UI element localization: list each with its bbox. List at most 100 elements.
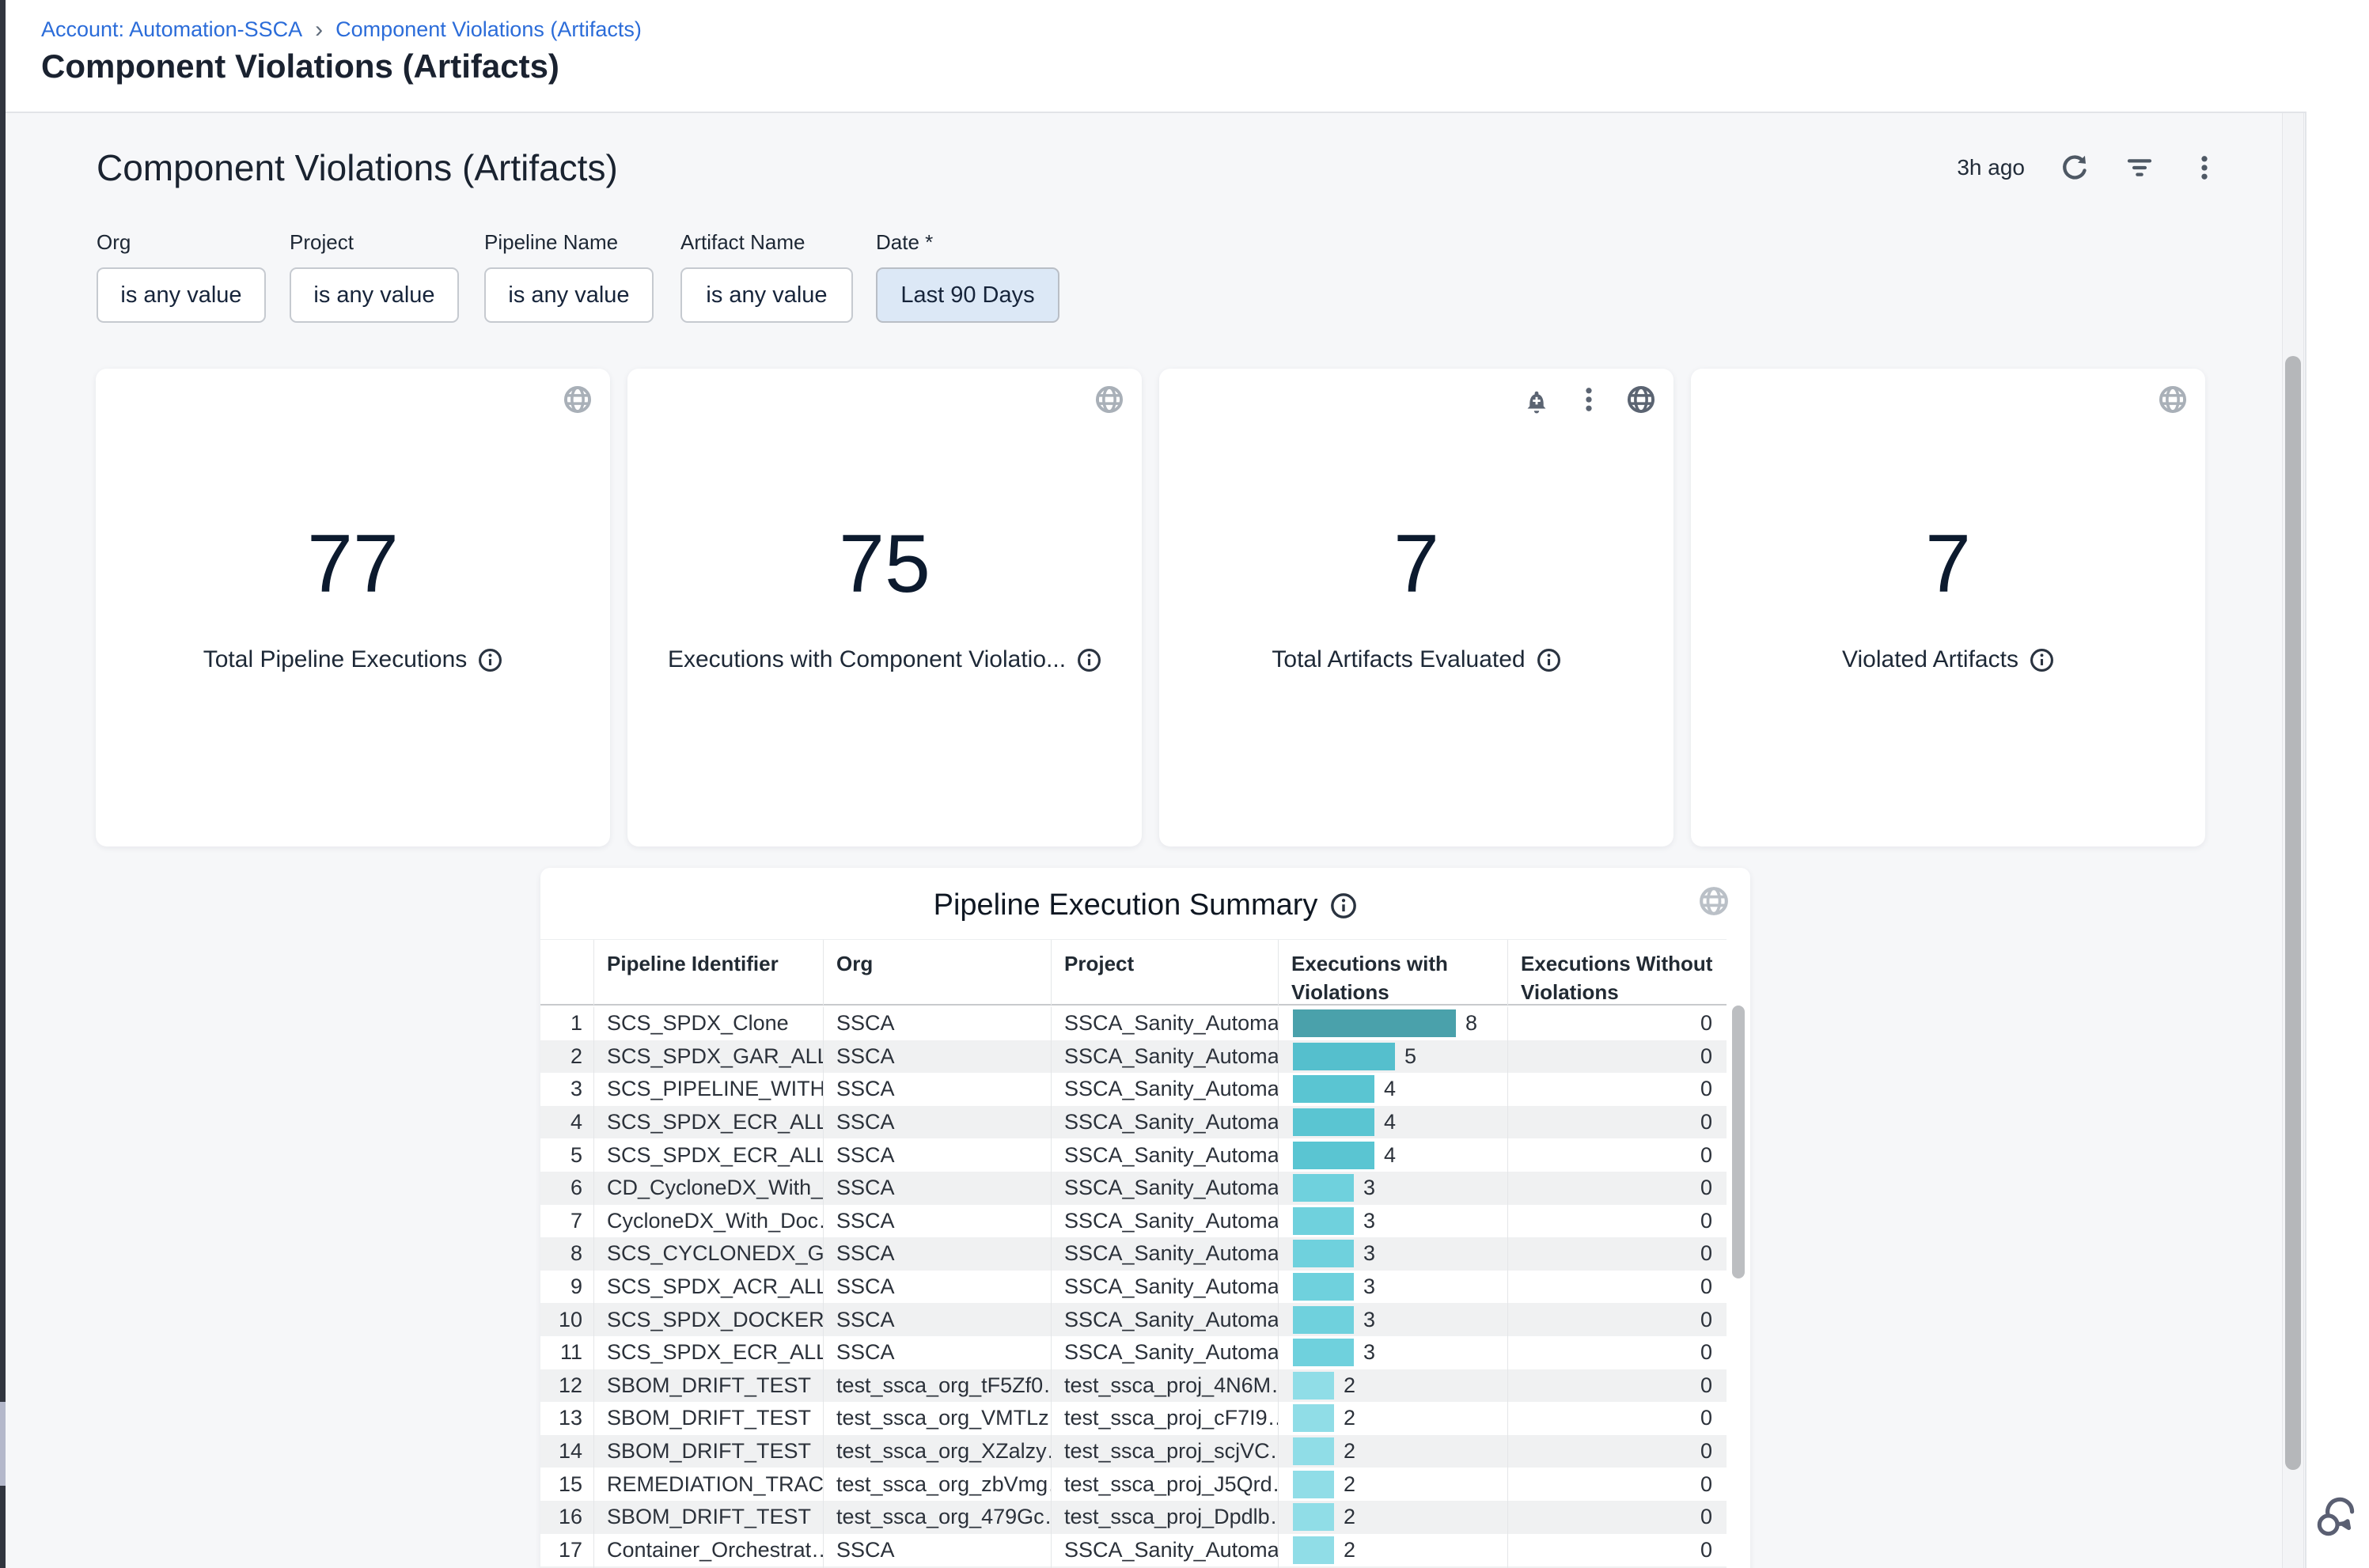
executions-without-violations-cell: 0 <box>1507 1303 1750 1336</box>
table-row[interactable]: 17Container_Orchestrat…SSCASSCA_Sanity_A… <box>540 1534 1750 1567</box>
row-number-cell: 8 <box>540 1237 593 1271</box>
filter-artifact-name: Artifact Nameis any value <box>680 230 853 323</box>
table-row[interactable]: 4SCS_SPDX_ECR_ALL_…SSCASSCA_Sanity_Autom… <box>540 1106 1750 1139</box>
executions-with-violations-cell: 2 <box>1278 1501 1507 1534</box>
org-cell: SSCA <box>823 1237 1051 1271</box>
violations-count: 8 <box>1465 1011 1477 1036</box>
chat-support-icon[interactable] <box>2310 1490 2363 1543</box>
table-title: Pipeline Execution Summary <box>934 888 1318 922</box>
kebab-menu-icon[interactable] <box>2189 153 2219 183</box>
info-icon[interactable] <box>1330 892 1357 919</box>
info-icon[interactable] <box>1537 648 1561 672</box>
table-row[interactable]: 11SCS_SPDX_ECR_ALL_…SSCASSCA_Sanity_Auto… <box>540 1336 1750 1369</box>
info-icon[interactable] <box>2030 648 2054 672</box>
pipeline-id-cell: SCS_SPDX_ECR_ALL_… <box>593 1138 823 1172</box>
column-header-row-number[interactable] <box>540 940 593 1006</box>
org-cell: SSCA <box>823 1073 1051 1106</box>
table-row[interactable]: 3SCS_PIPELINE_WITH…SSCASSCA_Sanity_Autom… <box>540 1073 1750 1106</box>
table-row[interactable]: 6CD_CycloneDX_With_…SSCASSCA_Sanity_Auto… <box>540 1172 1750 1205</box>
table-row[interactable]: 8SCS_CYCLONEDX_GA…SSCASSCA_Sanity_Automa… <box>540 1237 1750 1271</box>
tile-label: Violated Artifacts <box>1842 646 2018 673</box>
table-row[interactable]: 15REMEDIATION_TRAC…test_ssca_org_zbVmg…t… <box>540 1468 1750 1501</box>
executions-with-violations-cell: 3 <box>1278 1237 1507 1271</box>
executions-with-violations-cell: 4 <box>1278 1106 1507 1139</box>
executions-with-violations-cell: 2 <box>1278 1534 1507 1567</box>
column-header[interactable]: Org <box>823 940 1051 1006</box>
dashboard-controls: 3h ago <box>1957 153 2219 183</box>
violations-count: 4 <box>1384 1143 1396 1168</box>
executions-without-violations-cell: 0 <box>1507 1106 1750 1139</box>
last-refreshed-label: 3h ago <box>1957 155 2025 180</box>
table-row[interactable]: 13SBOM_DRIFT_TESTtest_ssca_org_VMTLz…tes… <box>540 1402 1750 1435</box>
page-title: Component Violations (Artifacts) <box>41 47 559 85</box>
column-header[interactable]: Executions with Violations <box>1278 940 1507 1006</box>
pipeline-id-cell: SCS_SPDX_GAR_ALL… <box>593 1040 823 1074</box>
page-scrollbar-track[interactable] <box>2282 113 2304 1568</box>
executions-with-violations-cell: 2 <box>1278 1402 1507 1435</box>
refresh-icon[interactable] <box>2060 153 2090 183</box>
violations-count: 3 <box>1363 1176 1375 1200</box>
breadcrumb-page-link[interactable]: Component Violations (Artifacts) <box>335 17 642 42</box>
sidebar-scrollbar-thumb[interactable] <box>0 1402 6 1486</box>
table-row[interactable]: 9SCS_SPDX_ACR_ALL…SSCASSCA_Sanity_Automa… <box>540 1271 1750 1304</box>
page-header: Account: Automation-SSCA › Component Vio… <box>6 0 2306 113</box>
filter-value-button[interactable]: Last 90 Days <box>876 267 1059 323</box>
violations-bar <box>1293 1043 1395 1070</box>
violations-count: 4 <box>1384 1110 1396 1134</box>
table-scrollbar-track[interactable] <box>1727 939 1750 1568</box>
row-number-cell: 14 <box>540 1435 593 1468</box>
table-row[interactable]: 12SBOM_DRIFT_TESTtest_ssca_org_tF5Zf0…te… <box>540 1369 1750 1403</box>
pipeline-id-cell: SCS_SPDX_ECR_ALL_… <box>593 1106 823 1139</box>
executions-with-violations-cell: 2 <box>1278 1435 1507 1468</box>
project-cell: SSCA_Sanity_Automa… <box>1051 1271 1278 1304</box>
table-row[interactable]: 14SBOM_DRIFT_TESTtest_ssca_org_XZalzy…te… <box>540 1435 1750 1468</box>
collapsed-sidebar-edge <box>0 0 6 1568</box>
violations-count: 2 <box>1344 1406 1355 1430</box>
info-icon[interactable] <box>1077 648 1101 672</box>
pipeline-id-cell: SBOM_DRIFT_TEST <box>593 1402 823 1435</box>
column-header[interactable]: Pipeline Identifier <box>593 940 823 1006</box>
table-title-row: Pipeline Execution Summary <box>540 888 1750 922</box>
globe-icon[interactable] <box>1698 885 1730 917</box>
row-number-cell: 17 <box>540 1534 593 1567</box>
violations-bar <box>1293 1009 1456 1037</box>
table-row[interactable]: 7CycloneDX_With_Doc…SSCASSCA_Sanity_Auto… <box>540 1205 1750 1238</box>
table-row[interactable]: 1SCS_SPDX_CloneSSCASSCA_Sanity_Automa…80 <box>540 1007 1750 1040</box>
filter-value-button[interactable]: is any value <box>290 267 459 323</box>
filter-value-button[interactable]: is any value <box>680 267 853 323</box>
breadcrumb-account-link[interactable]: Account: Automation-SSCA <box>41 17 302 42</box>
org-cell: SSCA <box>823 1172 1051 1205</box>
pipeline-id-cell: REMEDIATION_TRAC… <box>593 1468 823 1501</box>
row-number-cell: 6 <box>540 1172 593 1205</box>
org-cell: SSCA <box>823 1040 1051 1074</box>
tile-value: 77 <box>307 523 399 605</box>
pipeline-id-cell: CycloneDX_With_Doc… <box>593 1205 823 1238</box>
filter-value-button[interactable]: is any value <box>97 267 266 323</box>
executions-with-violations-cell: 2 <box>1278 1369 1507 1403</box>
table-row[interactable]: 10SCS_SPDX_DOCKER_…SSCASSCA_Sanity_Autom… <box>540 1303 1750 1336</box>
pipeline-id-cell: SCS_SPDX_DOCKER_… <box>593 1303 823 1336</box>
table-row[interactable]: 16SBOM_DRIFT_TESTtest_ssca_org_479Gc…tes… <box>540 1501 1750 1534</box>
project-cell: SSCA_Sanity_Automa… <box>1051 1205 1278 1238</box>
filter-label: Date * <box>876 230 1059 255</box>
table-row[interactable]: 2SCS_SPDX_GAR_ALL…SSCASSCA_Sanity_Automa… <box>540 1040 1750 1074</box>
project-cell: SSCA_Sanity_Automa… <box>1051 1172 1278 1205</box>
app-window: Account: Automation-SSCA › Component Vio… <box>0 0 2369 1568</box>
filter-icon[interactable] <box>2125 153 2155 183</box>
filter-org: Orgis any value <box>97 230 266 323</box>
violations-bar <box>1293 1339 1354 1366</box>
column-header[interactable]: Executions Without Violations <box>1507 940 1750 1006</box>
table-row[interactable]: 5SCS_SPDX_ECR_ALL_…SSCASSCA_Sanity_Autom… <box>540 1138 1750 1172</box>
filter-value-button[interactable]: is any value <box>484 267 654 323</box>
filter-date: Date * Last 90 Days <box>876 230 1059 323</box>
info-icon[interactable] <box>478 648 502 672</box>
project-cell: test_ssca_proj_4N6M… <box>1051 1369 1278 1403</box>
executions-without-violations-cell: 0 <box>1507 1138 1750 1172</box>
table-scrollbar-thumb[interactable] <box>1732 1006 1745 1278</box>
executions-with-violations-cell: 2 <box>1278 1468 1507 1501</box>
page-scrollbar-thumb[interactable] <box>2285 356 2301 1470</box>
column-header[interactable]: Project <box>1051 940 1278 1006</box>
kpi-tile: 7Violated Artifacts <box>1691 369 2205 846</box>
violations-bar <box>1293 1142 1374 1169</box>
violations-bar <box>1293 1471 1334 1498</box>
